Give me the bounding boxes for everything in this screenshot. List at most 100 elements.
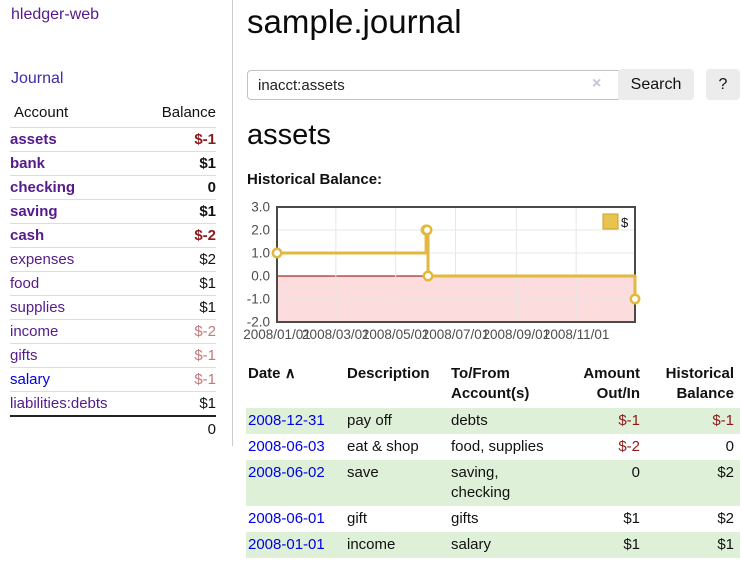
- account-balance: 0: [139, 176, 216, 200]
- account-balance: $1: [139, 200, 216, 224]
- account-row: checking 0: [10, 176, 216, 200]
- sort-ascending-icon: ∧: [285, 365, 296, 382]
- account-balance: $2: [139, 248, 216, 272]
- account-row: liabilities:debts $1: [10, 392, 216, 417]
- chart-label: Historical Balance:: [247, 171, 382, 188]
- app-brand-link[interactable]: hledger-web: [11, 6, 99, 24]
- account-link-liabilities-debts[interactable]: liabilities:debts: [10, 395, 108, 412]
- hledger-web-page: hledger-web Journal Account Balance asse…: [0, 0, 742, 582]
- register-header-description: Description: [345, 362, 449, 408]
- svg-text:3.0: 3.0: [251, 200, 270, 215]
- accounts-balance-table: Account Balance assets $-1 bank $1 checkin…: [10, 101, 216, 441]
- account-row: salary $-1: [10, 368, 216, 392]
- account-balance: $-1: [139, 344, 216, 368]
- clear-search-icon[interactable]: ×: [592, 76, 601, 92]
- account-balance: $-1: [139, 368, 216, 392]
- transaction-accounts: food, supplies: [449, 434, 574, 460]
- account-link-bank[interactable]: bank: [10, 155, 45, 172]
- search-input[interactable]: [247, 70, 621, 100]
- transaction-date-link[interactable]: 2008-12-31: [248, 412, 325, 429]
- account-balance: $1: [139, 392, 216, 417]
- transaction-accounts: debts: [449, 408, 574, 434]
- search-button[interactable]: Search: [618, 69, 694, 100]
- account-balance: $-2: [139, 224, 216, 248]
- account-link-checking[interactable]: checking: [10, 179, 75, 196]
- balance-column-header: Balance: [139, 101, 216, 128]
- transaction-date-link[interactable]: 2008-06-03: [248, 438, 325, 455]
- register-table: Date ∧ Description To/From Account(s) Am…: [246, 362, 740, 558]
- transaction-description: income: [345, 532, 449, 558]
- accounts-total-row: 0: [10, 416, 216, 441]
- account-link-gifts[interactable]: gifts: [10, 347, 38, 364]
- transaction-date-link[interactable]: 2008-06-01: [248, 510, 325, 527]
- svg-text:2008/01/01: 2008/01/01: [243, 327, 311, 342]
- account-balance: $1: [139, 272, 216, 296]
- account-balance: $-1: [139, 128, 216, 152]
- svg-text:2008/09/01: 2008/09/01: [483, 327, 551, 342]
- transaction-accounts: gifts: [449, 506, 574, 532]
- account-balance: $1: [139, 152, 216, 176]
- account-row: expenses $2: [10, 248, 216, 272]
- account-heading: assets: [247, 119, 331, 152]
- svg-text:2008/03/01: 2008/03/01: [302, 327, 370, 342]
- transaction-amount: $-1: [574, 408, 640, 434]
- transaction-date-link[interactable]: 2008-06-02: [248, 464, 325, 481]
- transaction-description: eat & shop: [345, 434, 449, 460]
- svg-text:1.0: 1.0: [251, 246, 270, 261]
- svg-text:-1.0: -1.0: [247, 292, 270, 307]
- help-button[interactable]: ?: [706, 69, 740, 100]
- register-header-date[interactable]: Date ∧: [246, 362, 345, 408]
- account-row: saving $1: [10, 200, 216, 224]
- account-row: food $1: [10, 272, 216, 296]
- account-link-food[interactable]: food: [10, 275, 39, 292]
- svg-text:$: $: [621, 215, 629, 230]
- transaction-balance: 0: [640, 434, 740, 460]
- account-link-supplies[interactable]: supplies: [10, 299, 65, 316]
- transaction-row: 2008-01-01 income salary $1 $1: [246, 532, 740, 558]
- svg-text:2.0: 2.0: [251, 223, 270, 238]
- sidebar-item-journal[interactable]: Journal: [11, 70, 63, 88]
- transaction-amount: $1: [574, 532, 640, 558]
- svg-text:2008/07/01: 2008/07/01: [422, 327, 490, 342]
- account-row: gifts $-1: [10, 344, 216, 368]
- transaction-row: 2008-12-31 pay off debts $-1 $-1: [246, 408, 740, 434]
- transaction-balance: $2: [640, 506, 740, 532]
- transaction-balance: $2: [640, 460, 740, 506]
- transaction-balance: $-1: [640, 408, 740, 434]
- transaction-row: 2008-06-01 gift gifts $1 $2: [246, 506, 740, 532]
- register-header-amount: Amount Out/In: [574, 362, 640, 408]
- transaction-row: 2008-06-03 eat & shop food, supplies $-2…: [246, 434, 740, 460]
- account-link-income[interactable]: income: [10, 323, 58, 340]
- sidebar: hledger-web Journal Account Balance asse…: [0, 0, 233, 446]
- account-row: bank $1: [10, 152, 216, 176]
- account-row: income $-2: [10, 320, 216, 344]
- transaction-accounts: saving, checking: [449, 460, 574, 506]
- transaction-balance: $1: [640, 532, 740, 558]
- account-row: assets $-1: [10, 128, 216, 152]
- account-link-salary[interactable]: salary: [10, 371, 50, 388]
- account-link-cash[interactable]: cash: [10, 227, 44, 244]
- svg-text:2008/05/01: 2008/05/01: [362, 327, 430, 342]
- register-header-balance: Historical Balance: [640, 362, 740, 408]
- accounts-total-value: 0: [139, 416, 216, 441]
- transaction-amount: $-2: [574, 434, 640, 460]
- transaction-description: save: [345, 460, 449, 506]
- account-link-saving[interactable]: saving: [10, 203, 58, 220]
- transaction-description: gift: [345, 506, 449, 532]
- account-link-assets[interactable]: assets: [10, 131, 57, 148]
- account-link-expenses[interactable]: expenses: [10, 251, 74, 268]
- svg-text:0.0: 0.0: [251, 269, 270, 284]
- svg-text:2008/11/01: 2008/11/01: [543, 327, 610, 342]
- account-balance: $1: [139, 296, 216, 320]
- register-header-accounts: To/From Account(s): [449, 362, 574, 408]
- transaction-amount: $1: [574, 506, 640, 532]
- transaction-accounts: salary: [449, 532, 574, 558]
- page-title: sample.journal: [247, 3, 462, 41]
- transaction-date-link[interactable]: 2008-01-01: [248, 536, 325, 553]
- account-row: supplies $1: [10, 296, 216, 320]
- accounts-column-header: Account: [10, 101, 139, 128]
- transaction-row: 2008-06-02 save saving, checking 0 $2: [246, 460, 740, 506]
- transaction-description: pay off: [345, 408, 449, 434]
- account-balance: $-2: [139, 320, 216, 344]
- account-row: cash $-2: [10, 224, 216, 248]
